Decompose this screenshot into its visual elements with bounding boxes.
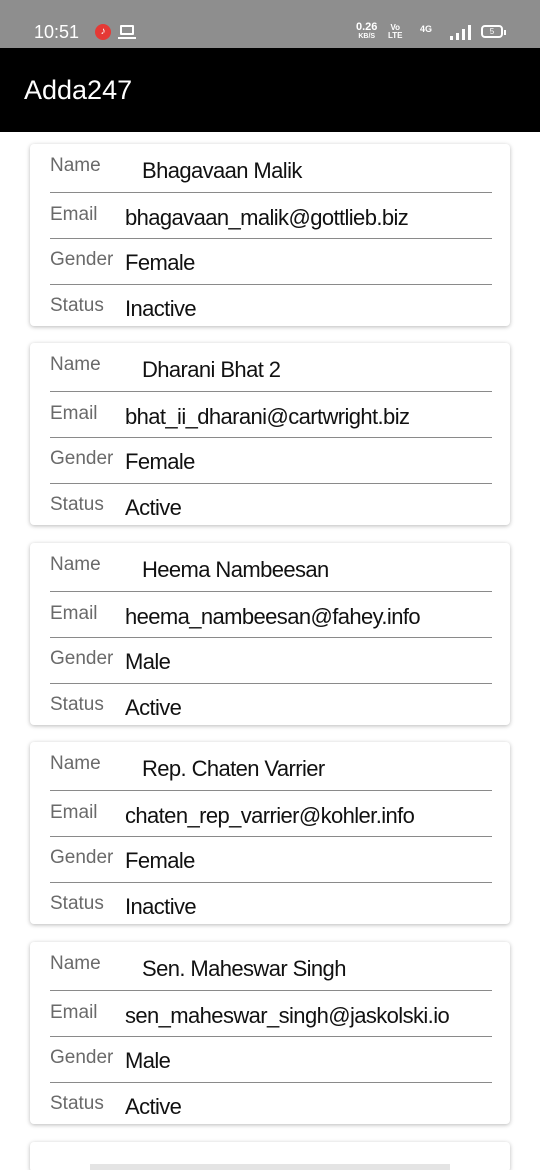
gender-row: Gender Female	[50, 437, 492, 482]
name-label: Name	[50, 953, 101, 974]
email-value: chaten_rep_varrier@kohler.info	[125, 803, 415, 828]
email-value: heema_nambeesan@fahey.info	[125, 604, 421, 629]
name-value: Sen. Maheswar Singh	[142, 956, 346, 981]
name-label: Name	[50, 554, 101, 575]
volte-sub-label: LTE	[388, 31, 403, 40]
gender-value: Female	[125, 250, 195, 275]
email-row: Email chaten_rep_varrier@kohler.info	[50, 790, 492, 835]
email-value: sen_maheswar_singh@jaskolski.io	[125, 1003, 450, 1028]
email-row: Email bhagavaan_malik@gottlieb.biz	[50, 192, 492, 237]
gender-value: Female	[125, 449, 195, 474]
status-label: Status	[50, 893, 104, 914]
battery-icon: 5	[481, 25, 506, 38]
app-title: Adda247	[24, 75, 133, 105]
gender-label: Gender	[50, 1047, 114, 1068]
status-row: Status Inactive	[50, 882, 492, 927]
name-row: Name Heema Nambeesan	[50, 543, 492, 588]
email-label: Email	[50, 1002, 98, 1023]
status-value: Inactive	[125, 296, 197, 321]
user-card[interactable]: Name Sen. Maheswar Singh Email sen_mahes…	[30, 942, 510, 1124]
status-value: Active	[125, 695, 182, 720]
email-row: Email sen_maheswar_singh@jaskolski.io	[50, 990, 492, 1035]
name-label: Name	[50, 155, 101, 176]
gender-label: Gender	[50, 847, 114, 868]
name-row: Name Rep. Chaten Varrier	[50, 742, 492, 787]
name-value: Dharani Bhat 2	[142, 357, 281, 382]
email-label: Email	[50, 603, 98, 624]
user-card[interactable]: Name Heema Nambeesan Email heema_nambees…	[30, 543, 510, 725]
gender-value: Male	[125, 1048, 171, 1073]
user-list[interactable]: Name Bhagavaan Malik Email bhagavaan_mal…	[0, 132, 540, 1170]
status-bar: 10:51 ♪ 0.26 KB/S Vo LTE 4G 5	[0, 0, 540, 48]
gender-value: Female	[125, 848, 195, 873]
laptop-icon	[118, 25, 136, 39]
status-time: 10:51	[34, 22, 80, 42]
email-row: Email bhat_ii_dharani@cartwright.biz	[50, 391, 492, 436]
status-value: Inactive	[125, 894, 197, 919]
name-label: Name	[50, 753, 101, 774]
status-label: Status	[50, 694, 104, 715]
name-row: Name Bhagavaan Malik	[50, 144, 492, 189]
status-row: Status Active	[50, 483, 492, 528]
music-notification-icon: ♪	[95, 24, 111, 40]
status-label: Status	[50, 1093, 104, 1114]
user-card[interactable]: Name Rep. Chaten Varrier Email chaten_re…	[30, 742, 510, 924]
status-row: Status Active	[50, 1082, 492, 1127]
email-value: bhat_ii_dharani@cartwright.biz	[125, 404, 410, 429]
name-row: Name Sen. Maheswar Singh	[50, 942, 492, 987]
name-label: Name	[50, 354, 101, 375]
name-value: Rep. Chaten Varrier	[142, 756, 325, 781]
network-speed-unit: KB/S	[358, 33, 376, 40]
navigation-bar	[90, 1164, 450, 1170]
gender-row: Gender Male	[50, 1036, 492, 1081]
email-row: Email heema_nambeesan@fahey.info	[50, 591, 492, 636]
network-type: 4G	[420, 24, 433, 34]
name-value: Heema Nambeesan	[142, 557, 329, 582]
gender-label: Gender	[50, 249, 114, 270]
gender-row: Gender Female	[50, 238, 492, 283]
name-row: Name Dharani Bhat 2	[50, 343, 492, 388]
email-label: Email	[50, 802, 98, 823]
email-value: bhagavaan_malik@gottlieb.biz	[125, 205, 409, 230]
status-label: Status	[50, 295, 104, 316]
status-row: Status Active	[50, 683, 492, 728]
gender-row: Gender Male	[50, 637, 492, 682]
email-label: Email	[50, 403, 98, 424]
gender-label: Gender	[50, 648, 114, 669]
app-bar: Adda247	[0, 48, 540, 132]
status-label: Status	[50, 494, 104, 515]
user-card[interactable]: Name Bhagavaan Malik Email bhagavaan_mal…	[30, 144, 510, 326]
gender-value: Male	[125, 649, 171, 674]
volte-indicator: Vo LTE	[388, 24, 403, 40]
gender-row: Gender Female	[50, 836, 492, 881]
network-speed: 0.26 KB/S	[356, 22, 377, 42]
user-card[interactable]: Name Dharani Bhat 2 Email bhat_ii_dharan…	[30, 343, 510, 525]
name-value: Bhagavaan Malik	[142, 158, 302, 183]
status-value: Active	[125, 495, 182, 520]
email-label: Email	[50, 204, 98, 225]
status-value: Active	[125, 1094, 182, 1119]
gender-label: Gender	[50, 448, 114, 469]
signal-icon	[450, 24, 474, 40]
status-row: Status Inactive	[50, 284, 492, 329]
